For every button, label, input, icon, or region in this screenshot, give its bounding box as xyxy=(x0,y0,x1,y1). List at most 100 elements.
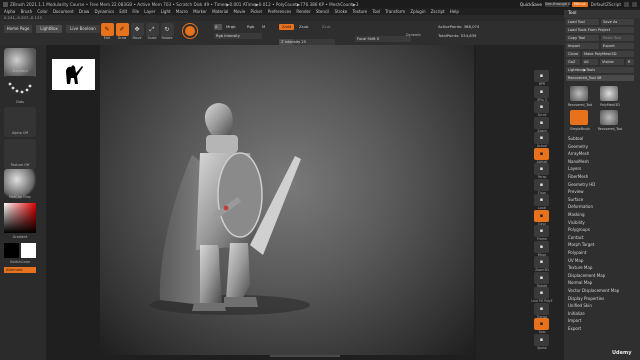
see-through-slider[interactable]: See-through 0 xyxy=(544,1,570,7)
subpalette-displacement-map[interactable]: Displacement Map xyxy=(568,273,605,278)
paste-tool-button[interactable]: Paste Tool xyxy=(601,35,634,41)
tool-draw-button[interactable]: ✐ Draw xyxy=(115,23,129,40)
switch-color-button[interactable]: SwitchColor xyxy=(4,260,36,264)
xyz-icon[interactable]: ▪ xyxy=(534,209,549,222)
save-as-button[interactable]: Save As xyxy=(601,19,634,25)
material-sphere-icon[interactable] xyxy=(183,24,197,38)
subpalette-nanomesh[interactable]: NanoMesh xyxy=(568,159,589,164)
subpalette-morph-target[interactable]: Morph Target xyxy=(568,242,594,247)
subpalette-unified-skin[interactable]: Unified Skin xyxy=(568,303,592,308)
linefill-icon[interactable]: ▪ xyxy=(534,287,549,299)
frame-icon[interactable]: ▪ xyxy=(534,225,549,237)
menu-draw[interactable]: Draw xyxy=(79,9,89,14)
menu-picker[interactable]: Picker xyxy=(251,9,263,14)
brush-thumbnail[interactable] xyxy=(4,48,36,78)
move-view-icon[interactable]: ▪ xyxy=(534,240,549,253)
bpr-icon[interactable]: ▪ xyxy=(534,70,549,82)
menu-color[interactable]: Color xyxy=(37,9,47,14)
transp-icon[interactable]: ▪ xyxy=(534,302,549,315)
subpalette-normal-map[interactable]: Normal Map xyxy=(568,280,592,285)
menus-toggle[interactable]: Menus xyxy=(571,1,588,7)
export-button[interactable]: Export xyxy=(601,43,634,49)
subpalette-deformation[interactable]: Deformation xyxy=(568,204,593,209)
menu-macro[interactable]: Macro xyxy=(176,9,188,14)
goz-button[interactable]: GoZ xyxy=(566,59,580,65)
subpalette-contact[interactable]: Contact xyxy=(568,235,584,240)
tool-tile-simplebrush[interactable] xyxy=(570,110,588,125)
menu-edit[interactable]: Edit xyxy=(119,9,127,14)
menu-help[interactable]: Help xyxy=(450,9,459,14)
quicksave-button[interactable]: QuickSave xyxy=(520,2,542,7)
lightbox-button[interactable]: LightBox xyxy=(36,25,62,33)
menu-brush[interactable]: Brush xyxy=(21,9,33,14)
subpalette-layers[interactable]: Layers xyxy=(568,166,581,171)
menu-movie[interactable]: Movie xyxy=(234,9,246,14)
menu-stencil[interactable]: Stencil xyxy=(316,9,330,14)
alternate-button[interactable]: Alternate xyxy=(4,267,36,273)
subpalette-arraymesh[interactable]: ArrayMesh xyxy=(568,151,589,156)
rotate-view-icon[interactable]: ▪ xyxy=(534,271,549,284)
menu-tool[interactable]: Tool xyxy=(372,9,380,14)
mrgb-toggle[interactable]: Mrgb xyxy=(226,24,236,29)
focal-shift-slider[interactable]: Focal Shift 0 xyxy=(355,36,411,42)
dynamic-toggle[interactable]: Dynamic xyxy=(406,33,421,37)
subpalette-geometry-hd[interactable]: Geometry HD xyxy=(568,182,595,187)
persp-icon[interactable]: ▪ xyxy=(534,163,549,175)
spix-icon[interactable]: ▪ xyxy=(534,85,549,98)
make-polymesh-button[interactable]: Make PolyMesh3D xyxy=(582,51,634,57)
subpalette-uv-map[interactable]: UV Map xyxy=(568,258,583,263)
xpose-icon[interactable]: ▪ xyxy=(534,333,549,346)
color-picker[interactable] xyxy=(4,203,36,233)
subpalette-import[interactable]: Import xyxy=(568,318,581,323)
default-script-label[interactable]: DefaultZScript xyxy=(591,2,621,7)
all-button[interactable]: All xyxy=(582,59,598,65)
subpalette-export[interactable]: Export xyxy=(568,326,581,331)
zadd-toggle[interactable]: Zadd xyxy=(279,24,295,30)
floor-icon[interactable]: ▪ xyxy=(534,178,549,191)
tool-tile-polymesh[interactable] xyxy=(600,86,618,101)
subpalette-surface[interactable]: Surface xyxy=(568,197,583,202)
menu-layer[interactable]: Layer xyxy=(144,9,155,14)
menu-zscript[interactable]: Zscript xyxy=(431,9,445,14)
tool-tile-recovered-1[interactable] xyxy=(570,86,588,101)
menu-alpha[interactable]: Alpha xyxy=(4,9,15,14)
tool-rotate-button[interactable]: ↻ Rotate xyxy=(160,23,174,40)
visible-button[interactable]: Visible xyxy=(600,59,624,65)
document-canvas[interactable] xyxy=(100,45,474,355)
load-tool-button[interactable]: Load Tool xyxy=(566,19,599,25)
subpalette-masking[interactable]: Masking xyxy=(568,212,585,217)
menu-file[interactable]: File xyxy=(132,9,139,14)
subpalette-preview[interactable]: Preview xyxy=(568,189,584,194)
subpalette-polypaint[interactable]: Polypaint xyxy=(568,250,586,255)
r-button[interactable]: R xyxy=(626,59,634,65)
actual-icon[interactable]: ▪ xyxy=(534,132,549,144)
tool-move-button[interactable]: ✥ Move xyxy=(130,23,144,40)
zoom-icon[interactable]: ▪ xyxy=(534,116,549,129)
close-icon[interactable] xyxy=(632,1,637,7)
clone-button[interactable]: Clone xyxy=(566,51,580,57)
scroll-icon[interactable]: ▪ xyxy=(534,101,549,113)
subpalette-fibermesh[interactable]: FiberMesh xyxy=(568,174,588,179)
solo-icon[interactable]: ▪ xyxy=(534,318,549,330)
rgb-intensity-slider[interactable]: Rgb Intensity xyxy=(214,33,262,39)
a-toggle[interactable]: A xyxy=(214,24,222,30)
m-toggle[interactable]: M xyxy=(262,24,265,29)
menu-document[interactable]: Document xyxy=(53,9,74,14)
tool-tile-recovered-2[interactable] xyxy=(600,110,618,125)
menu-texture[interactable]: Texture xyxy=(352,9,367,14)
menu-render[interactable]: Render xyxy=(296,9,310,14)
main-color-swatch[interactable] xyxy=(4,243,19,258)
copy-tool-button[interactable]: Copy Tool xyxy=(566,35,599,41)
menu-material[interactable]: Material xyxy=(212,9,228,14)
bottom-scroll-indicator[interactable] xyxy=(270,355,340,357)
subpalette-texture-map[interactable]: Texture Map xyxy=(568,265,592,270)
import-button[interactable]: Import xyxy=(566,43,599,49)
navigation-thumbnail[interactable] xyxy=(52,59,95,90)
menu-dynamics[interactable]: Dynamics xyxy=(95,9,115,14)
subpalette-visibility[interactable]: Visibility xyxy=(568,220,585,225)
menu-preferences[interactable]: Preferences xyxy=(268,9,292,14)
menu-zplugin[interactable]: Zplugin xyxy=(410,9,425,14)
subpalette-vector-displacement-map[interactable]: Vector Displacement Map xyxy=(568,288,619,293)
home-page-button[interactable]: Home Page xyxy=(4,25,32,33)
live-boolean-button[interactable]: Live Boolean xyxy=(66,25,100,33)
